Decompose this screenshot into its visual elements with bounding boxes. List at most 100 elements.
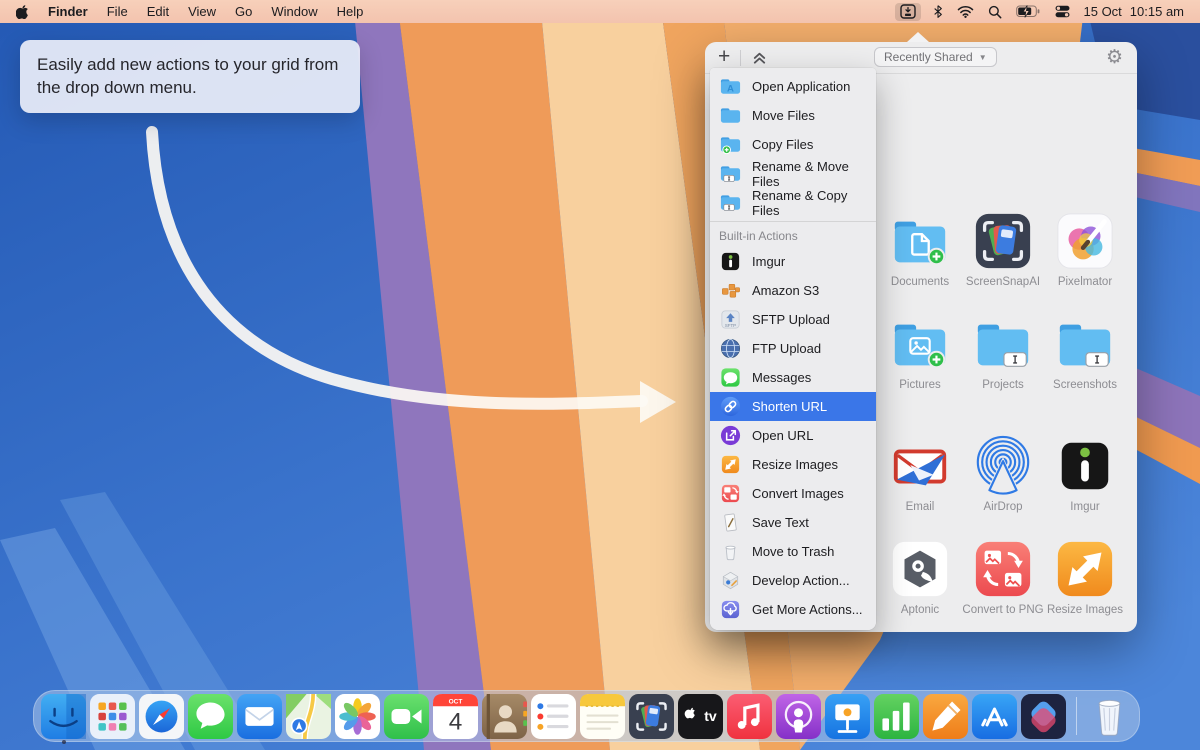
dock-launchpad[interactable]: [90, 694, 135, 739]
menubar-edit[interactable]: Edit: [147, 4, 169, 19]
svg-text:OCT: OCT: [449, 698, 463, 705]
menu-item-move-to-trash[interactable]: Move to Trash: [710, 537, 876, 566]
dock: OCT4 tv: [33, 690, 1140, 742]
onboarding-callout: Easily add new actions to your grid from…: [20, 40, 360, 113]
dock-screensnapai[interactable]: [629, 694, 674, 739]
folder-rename-icon: [1054, 313, 1116, 375]
running-indicator: [62, 740, 66, 744]
pixelmator-app-icon: [1054, 210, 1116, 272]
dropzone-menubar-icon[interactable]: [895, 3, 921, 21]
menu-item-move-files[interactable]: Move Files: [710, 101, 876, 130]
menu-item-ftp-upload[interactable]: FTP Upload: [710, 334, 876, 363]
save-text-icon: [719, 511, 742, 534]
grid-item-imgur[interactable]: Imgur: [1040, 435, 1130, 513]
menubar-file[interactable]: File: [107, 4, 128, 19]
dock-notes[interactable]: [580, 694, 625, 739]
folder-pictures-add-icon: [889, 313, 951, 375]
dock-podcasts[interactable]: [776, 694, 821, 739]
trash-icon: [719, 540, 742, 563]
dock-numbers[interactable]: [874, 694, 919, 739]
dock-contacts[interactable]: [482, 694, 527, 739]
menu-item-resize-images[interactable]: Resize Images: [710, 450, 876, 479]
dock-apple-tv[interactable]: tv: [678, 694, 723, 739]
grid-item-screenshots[interactable]: Screenshots: [1040, 313, 1130, 391]
grid-item-projects[interactable]: Projects: [958, 313, 1048, 391]
dock-trash[interactable]: [1087, 694, 1132, 739]
menu-bar: Finder File Edit View Go Window Help: [0, 0, 1200, 23]
menubar-window[interactable]: Window: [271, 4, 317, 19]
grid-item-email[interactable]: Email: [875, 435, 965, 513]
menu-item-imgur[interactable]: Imgur: [710, 247, 876, 276]
menu-item-open-application[interactable]: A Open Application: [710, 72, 876, 101]
email-plane-icon: [889, 435, 951, 497]
resize-images-icon: [719, 453, 742, 476]
menu-item-messages[interactable]: Messages: [710, 363, 876, 392]
shorten-url-link-icon: [719, 395, 742, 418]
svg-text:A: A: [727, 83, 734, 94]
folder-icon: [719, 104, 742, 127]
battery-charging-icon[interactable]: [1016, 3, 1041, 21]
dock-safari[interactable]: [139, 694, 184, 739]
menu-item-rename-copy-files[interactable]: Rename & Copy Files: [710, 188, 876, 217]
amazon-s3-icon: [719, 279, 742, 302]
grid-item-documents[interactable]: Documents: [875, 210, 965, 288]
menubar-go[interactable]: Go: [235, 4, 252, 19]
menu-item-amazon-s3[interactable]: Amazon S3: [710, 276, 876, 305]
dock-shortcuts[interactable]: [1021, 694, 1066, 739]
dock-mail[interactable]: [237, 694, 282, 739]
menubar-date[interactable]: 15 Oct: [1084, 4, 1122, 19]
dock-app-store[interactable]: [972, 694, 1017, 739]
convert-images-icon: [719, 482, 742, 505]
bluetooth-icon[interactable]: [933, 3, 943, 21]
menu-item-copy-files[interactable]: Copy Files: [710, 130, 876, 159]
dock-keynote[interactable]: [825, 694, 870, 739]
settings-gear-icon[interactable]: ⚙: [1106, 46, 1123, 68]
airdrop-rings-icon: [972, 435, 1034, 497]
dock-finder[interactable]: [41, 694, 86, 739]
grid-item-airdrop[interactable]: AirDrop: [958, 435, 1048, 513]
dock-maps[interactable]: [286, 694, 331, 739]
grid-item-aptonic[interactable]: Aptonic: [875, 538, 965, 616]
recently-shared-dropdown[interactable]: Recently Shared ▼: [874, 47, 997, 67]
dock-photos[interactable]: [335, 694, 380, 739]
folder-rename-icon: [972, 313, 1034, 375]
dock-music[interactable]: [727, 694, 772, 739]
grid-item-pixelmator[interactable]: Pixelmator: [1040, 210, 1130, 288]
menu-item-convert-images[interactable]: Convert Images: [710, 479, 876, 508]
search-icon[interactable]: [988, 3, 1002, 21]
folder-plus-icon: [719, 133, 742, 156]
dock-facetime[interactable]: [384, 694, 429, 739]
menu-item-get-more-actions[interactable]: Get More Actions...: [710, 595, 876, 624]
desktop: Finder File Edit View Go Window Help: [0, 0, 1200, 750]
open-url-icon: [719, 424, 742, 447]
menubar-app-name[interactable]: Finder: [48, 4, 88, 19]
menubar-help[interactable]: Help: [337, 4, 364, 19]
apple-menu-icon[interactable]: [16, 3, 29, 21]
grid-item-screensnapai[interactable]: ScreenSnapAI: [958, 210, 1048, 288]
menubar-time[interactable]: 10:15 am: [1130, 4, 1184, 19]
menu-item-sftp-upload[interactable]: SFTP SFTP Upload: [710, 305, 876, 334]
dock-calendar[interactable]: OCT4: [433, 694, 478, 739]
folder-rename-icon: [719, 162, 742, 185]
panel-notch: [907, 32, 929, 42]
menu-item-develop-action[interactable]: Develop Action...: [710, 566, 876, 595]
dock-pages[interactable]: [923, 694, 968, 739]
wifi-icon[interactable]: [957, 3, 974, 21]
menu-item-save-text[interactable]: Save Text: [710, 508, 876, 537]
grid-item-pictures[interactable]: Pictures: [875, 313, 965, 391]
dock-reminders[interactable]: [531, 694, 576, 739]
menu-item-open-url[interactable]: Open URL: [710, 421, 876, 450]
sftp-upload-icon: SFTP: [719, 308, 742, 331]
dock-messages[interactable]: [188, 694, 233, 739]
menu-item-shorten-url[interactable]: Shorten URL: [710, 392, 876, 421]
add-action-button[interactable]: +: [718, 46, 730, 67]
svg-text:tv: tv: [704, 708, 717, 724]
develop-action-icon: [719, 569, 742, 592]
control-center-icon[interactable]: [1055, 3, 1070, 21]
collapse-chevrons-icon[interactable]: [751, 49, 768, 66]
grid-item-resize-images[interactable]: Resize Images: [1040, 538, 1130, 616]
svg-text:SFTP: SFTP: [725, 323, 736, 328]
menubar-view[interactable]: View: [188, 4, 216, 19]
menu-item-rename-move-files[interactable]: Rename & Move Files: [710, 159, 876, 188]
grid-item-convert-to-png[interactable]: Convert to PNG: [958, 538, 1048, 616]
